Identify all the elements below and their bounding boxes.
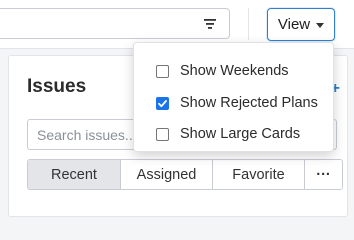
checkbox-show-large-cards[interactable] (156, 127, 169, 141)
view-button-label: View (277, 16, 311, 33)
checkbox-show-rejected-plans[interactable] (156, 96, 169, 110)
more-tabs-button[interactable]: ··· (305, 160, 342, 189)
menu-item-label: Show Rejected Plans (180, 95, 318, 111)
menu-item-show-large-cards[interactable]: Show Large Cards (134, 120, 333, 148)
tab-recent[interactable]: Recent (28, 160, 121, 189)
panel-title: Issues (27, 76, 87, 97)
filter-field[interactable] (0, 8, 230, 39)
menu-item-label: Show Large Cards (180, 126, 301, 142)
toolbar-divider (248, 8, 249, 40)
checkmark-icon (158, 99, 167, 107)
view-dropdown-menu: Show Weekends Show Rejected Plans Show L… (133, 42, 334, 152)
view-button[interactable]: View (267, 8, 335, 41)
tab-favorite[interactable]: Favorite (213, 160, 305, 189)
menu-item-show-weekends[interactable]: Show Weekends (134, 57, 333, 85)
menu-item-label: Show Weekends (180, 63, 289, 79)
checkbox-show-weekends[interactable] (156, 64, 169, 78)
menu-item-show-rejected-plans[interactable]: Show Rejected Plans (134, 89, 333, 117)
tab-assigned[interactable]: Assigned (121, 160, 213, 189)
filter-icon[interactable] (203, 17, 217, 31)
caret-down-icon (316, 23, 325, 28)
issue-tabs: Recent Assigned Favorite ··· (27, 159, 343, 190)
